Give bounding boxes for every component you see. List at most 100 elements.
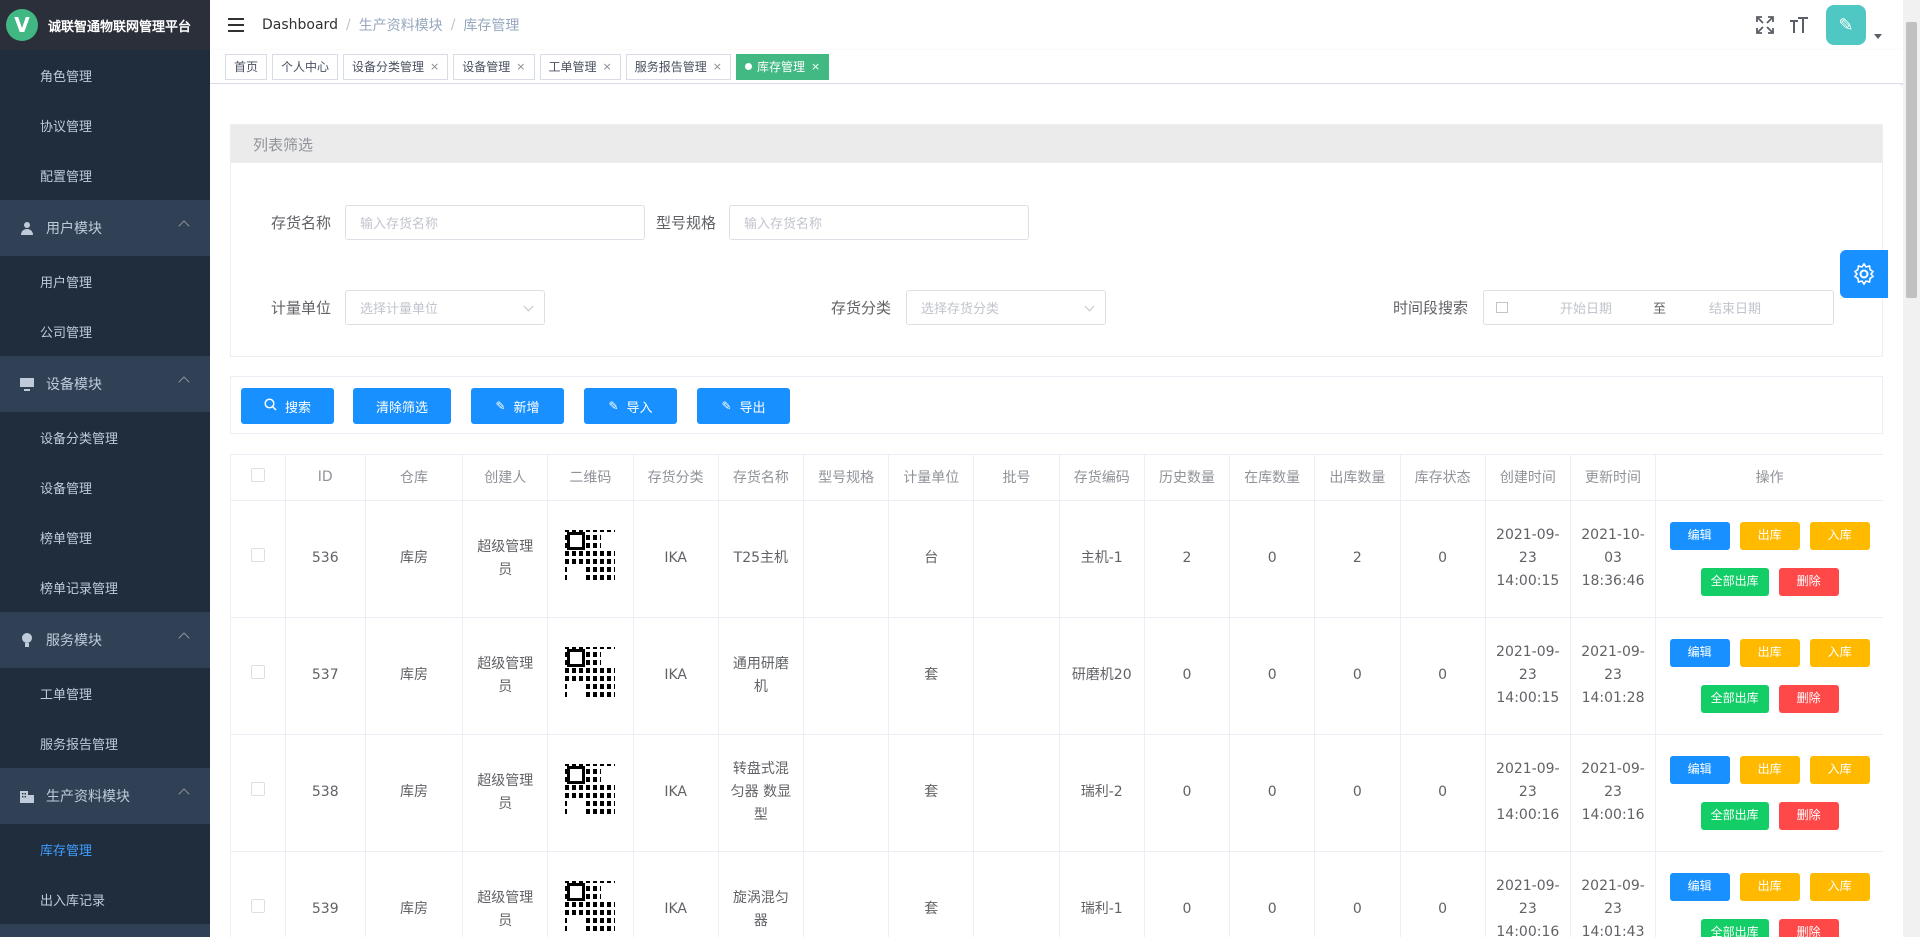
sidebar-item-8[interactable]: 设备管理	[0, 462, 210, 512]
cell-created: 2021-09-23 14:00:16	[1485, 851, 1571, 937]
tab-2[interactable]: 设备分类管理 ×	[343, 53, 449, 80]
delete-button[interactable]: 删除	[1778, 567, 1839, 596]
delete-button[interactable]: 删除	[1778, 918, 1839, 937]
sidebar-group-6[interactable]: 设备模块	[0, 356, 210, 412]
row-select-cell	[231, 851, 286, 937]
edit-button[interactable]: 编辑	[1669, 872, 1730, 901]
name-input[interactable]: 输入存货名称	[345, 205, 645, 240]
qr-code-image[interactable]	[565, 763, 616, 814]
edit-button[interactable]: 编辑	[1669, 521, 1730, 550]
sidebar-group-14[interactable]: 生产资料模块	[0, 768, 210, 824]
breadcrumb: Dashboard / 生产资料模块 / 库存管理	[262, 15, 520, 35]
date-range-picker[interactable]: 开始日期 至 结束日期	[1483, 290, 1834, 325]
close-icon[interactable]: ×	[603, 60, 612, 73]
tab-label: 库存管理	[756, 60, 805, 74]
all-out-button[interactable]: 全部出库	[1700, 684, 1769, 713]
tab-5[interactable]: 服务报告管理 ×	[625, 53, 731, 80]
sidebar-item-5[interactable]: 公司管理	[0, 306, 210, 356]
breadcrumb-module[interactable]: 生产资料模块	[359, 15, 443, 35]
monitor-icon	[20, 377, 34, 391]
import-button[interactable]: ✎ 导入	[584, 388, 677, 424]
avatar[interactable]: ✎	[1826, 5, 1866, 45]
sidebar-item-1[interactable]: 协议管理	[0, 100, 210, 150]
fullscreen-icon[interactable]	[1754, 14, 1776, 36]
sidebar-item-16[interactable]: 出入库记录	[0, 874, 210, 924]
scrollbar-thumb[interactable]	[1906, 22, 1917, 298]
model-input[interactable]: 输入存货名称	[729, 205, 1029, 240]
sidebar-item-9[interactable]: 榜单管理	[0, 512, 210, 562]
sidebar-group-11[interactable]: 服务模块	[0, 612, 210, 668]
tab-3[interactable]: 设备管理 ×	[453, 53, 535, 80]
name-label: 存货名称	[271, 214, 332, 232]
close-icon[interactable]: ×	[430, 60, 439, 73]
column-header: 创建时间	[1485, 455, 1571, 501]
column-header: 存货名称	[718, 455, 804, 501]
cell-unit: 台	[888, 500, 975, 618]
tab-6[interactable]: 库存管理 ×	[735, 53, 830, 80]
select-all-checkbox[interactable]	[250, 468, 265, 483]
sidebar-item-13[interactable]: 服务报告管理	[0, 718, 210, 768]
column-header: 批号	[973, 455, 1060, 501]
table-header: ID 仓库 创建人 二维码 存货分类 存货名称 型号规格 计量单位 批号 存货编码 历史数量 在库数量…	[231, 455, 1883, 501]
column-header: 库存状态	[1400, 455, 1486, 501]
hamburger-icon[interactable]	[228, 18, 244, 32]
close-icon[interactable]: ×	[713, 60, 722, 73]
breadcrumb-dashboard[interactable]: Dashboard	[262, 17, 338, 33]
edit-button[interactable]: 编辑	[1669, 638, 1730, 667]
sidebar-item-4[interactable]: 用户管理	[0, 256, 210, 306]
page-scrollbar[interactable]	[1903, 0, 1920, 937]
stock-in-button[interactable]: 入库	[1809, 638, 1870, 667]
qr-code-image[interactable]	[565, 646, 616, 697]
sidebar-item-15[interactable]: 库存管理	[0, 824, 210, 874]
delete-button[interactable]: 删除	[1778, 801, 1839, 830]
edit-button[interactable]: 编辑	[1669, 755, 1730, 784]
stock-in-button[interactable]: 入库	[1809, 872, 1870, 901]
tab-0[interactable]: 首页	[225, 53, 268, 80]
start-date-input[interactable]: 开始日期	[1560, 298, 1650, 317]
cell-status: 0	[1400, 734, 1486, 852]
cell-in_stock: 0	[1229, 617, 1316, 735]
category-select[interactable]: 选择存货分类	[906, 290, 1106, 325]
stock-in-button[interactable]: 入库	[1809, 755, 1870, 784]
row-checkbox[interactable]	[250, 899, 265, 913]
sidebar-item-7[interactable]: 设备分类管理	[0, 412, 210, 462]
add-button[interactable]: ✎ 新增	[471, 388, 564, 424]
unit-select[interactable]: 选择计量单位	[345, 290, 545, 325]
sidebar-item-12[interactable]: 工单管理	[0, 668, 210, 718]
sidebar-item-10[interactable]: 榜单记录管理	[0, 562, 210, 612]
tab-4[interactable]: 工单管理 ×	[539, 53, 621, 80]
close-icon[interactable]: ×	[811, 60, 820, 73]
chevron-down-icon[interactable]	[1874, 33, 1882, 39]
sidebar-item-0[interactable]: 角色管理	[0, 50, 210, 100]
row-checkbox[interactable]	[250, 782, 265, 796]
sidebar-group-3[interactable]: 用户模块	[0, 200, 210, 256]
tab-1[interactable]: 个人中心	[272, 53, 339, 80]
font-size-icon[interactable]	[1788, 14, 1810, 36]
qr-code-image[interactable]	[565, 880, 616, 931]
stock-out-button[interactable]: 出库	[1739, 755, 1800, 784]
stock-out-button[interactable]: 出库	[1739, 521, 1800, 550]
row-checkbox[interactable]	[250, 548, 265, 562]
sidebar-item-2[interactable]: 配置管理	[0, 150, 210, 200]
settings-gear-button[interactable]	[1840, 250, 1888, 298]
cell-in_stock: 0	[1229, 500, 1316, 618]
all-out-button[interactable]: 全部出库	[1700, 801, 1769, 830]
row-checkbox[interactable]	[250, 665, 265, 679]
stock-out-button[interactable]: 出库	[1739, 872, 1800, 901]
stock-out-button[interactable]: 出库	[1739, 638, 1800, 667]
close-icon[interactable]: ×	[516, 60, 525, 73]
delete-button[interactable]: 删除	[1778, 684, 1839, 713]
row-select-cell	[231, 500, 286, 618]
clear-filter-button[interactable]: 清除筛选	[353, 388, 451, 424]
column-header: ID	[285, 455, 366, 501]
category-select-placeholder: 选择存货分类	[921, 302, 1000, 317]
all-out-button[interactable]: 全部出库	[1700, 567, 1769, 596]
stock-in-button[interactable]: 入库	[1809, 521, 1870, 550]
end-date-input[interactable]: 结束日期	[1709, 298, 1761, 317]
export-button[interactable]: ✎ 导出	[697, 388, 790, 424]
sidebar: V 诚联智通物联网管理平台 角色管理 协议管理 配置管理 用户模块 用户管理 公司管理 设备…	[0, 0, 210, 937]
all-out-button[interactable]: 全部出库	[1700, 918, 1769, 937]
search-button[interactable]: 搜索	[241, 388, 334, 424]
qr-code-image[interactable]	[565, 529, 616, 580]
cell-updated: 2021-09-23 14:01:28	[1570, 617, 1657, 735]
